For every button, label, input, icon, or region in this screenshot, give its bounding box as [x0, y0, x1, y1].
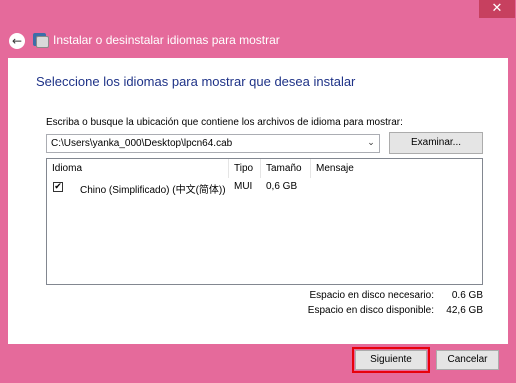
language-settings-icon [33, 32, 49, 48]
chevron-down-icon[interactable]: ⌄ [365, 136, 377, 151]
close-button[interactable]: ✕ [479, 0, 515, 18]
column-header-message[interactable]: Mensaje [311, 159, 482, 178]
language-size: 0,6 GB [266, 181, 298, 192]
close-icon: ✕ [491, 1, 503, 16]
footer-bar: Siguiente Cancelar [0, 344, 516, 383]
window-title: Instalar o desinstalar idiomas para most… [53, 33, 280, 47]
page-heading: Seleccione los idiomas para mostrar que … [36, 74, 356, 89]
column-header-type[interactable]: Tipo [229, 159, 261, 178]
back-arrow-icon: ← [11, 34, 23, 48]
title-bar: ← Instalar o desinstalar idiomas para mo… [0, 24, 516, 58]
back-button[interactable]: ← [9, 33, 25, 49]
required-space-value: 0.6 GB [451, 290, 483, 301]
language-name: Chino (Simplificado) (中文(简体)) [80, 185, 226, 196]
required-space-label: Espacio en disco necesario: [309, 290, 434, 301]
available-space-label: Espacio en disco disponible: [307, 305, 434, 316]
path-input[interactable]: C:\Users\yanka_000\Desktop\lpcn64.cab ⌄ [46, 134, 380, 153]
column-header-language[interactable]: Idioma [47, 159, 229, 178]
cancel-button[interactable]: Cancelar [436, 350, 499, 370]
path-label: Escriba o busque la ubicación que contie… [46, 117, 403, 128]
available-space-value: 42,6 GB [446, 305, 483, 316]
browse-button[interactable]: Examinar... [389, 132, 483, 154]
table-row[interactable]: ✔ Chino (Simplificado) (中文(简体)) MUI 0,6 … [47, 179, 482, 196]
language-checkbox[interactable]: ✔ [53, 182, 63, 192]
language-type: MUI [234, 181, 253, 192]
path-value: C:\Users\yanka_000\Desktop\lpcn64.cab [51, 138, 233, 149]
language-list[interactable]: Idioma Tipo Tamaño Mensaje ✔ Chino (Simp… [46, 158, 483, 285]
content-panel: Seleccione los idiomas para mostrar que … [8, 58, 508, 344]
column-header-size[interactable]: Tamaño [261, 159, 311, 178]
installer-window: ✕ ← Instalar o desinstalar idiomas para … [0, 0, 516, 383]
list-header: Idioma Tipo Tamaño Mensaje [47, 159, 482, 178]
next-button[interactable]: Siguiente [352, 347, 430, 373]
check-icon: ✔ [54, 182, 62, 192]
